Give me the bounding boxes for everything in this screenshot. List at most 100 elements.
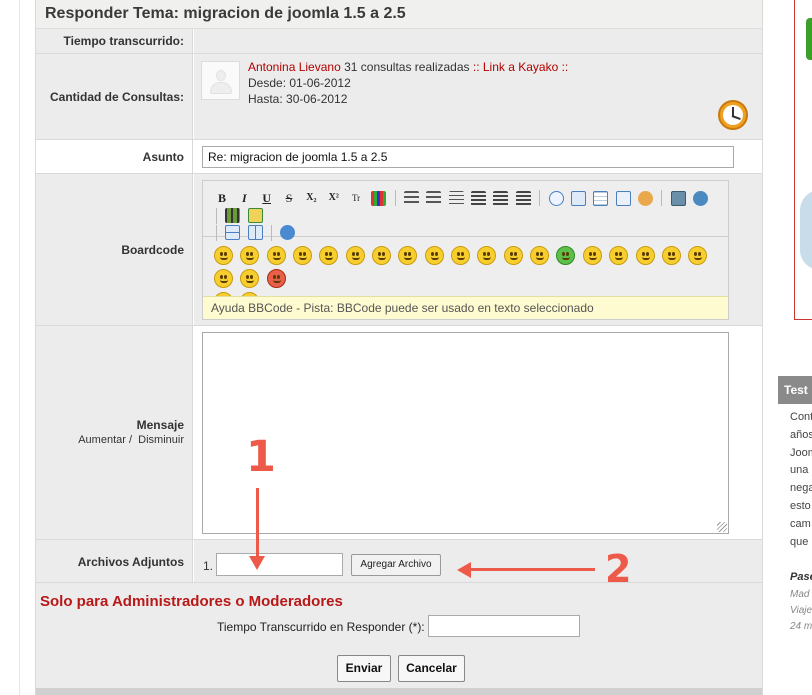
toolbar-separator <box>661 190 663 206</box>
film-icon[interactable] <box>225 208 241 223</box>
strike-button[interactable]: S <box>280 189 298 207</box>
tiempo-responder-input[interactable] <box>428 615 580 637</box>
smiley-icon[interactable] <box>372 246 392 265</box>
resize-grip[interactable] <box>717 522 727 532</box>
smiley-icon[interactable] <box>451 246 471 265</box>
align-left-icon[interactable] <box>471 190 487 206</box>
table-icon[interactable] <box>593 190 609 206</box>
smiley-icon[interactable] <box>293 246 313 265</box>
consultas-label: Cantidad de Consultas: <box>36 54 193 139</box>
bold-button[interactable]: B <box>213 189 231 207</box>
right-sidebar: Test ContañosJoomunanegaestocamque Pase … <box>764 0 812 695</box>
disminuir-link[interactable]: Disminuir <box>138 434 184 446</box>
sidebar-meta: Mad Viaje 24 m <box>790 589 812 632</box>
mensaje-label-cell: Mensaje Aumentar / Disminuir <box>36 326 193 539</box>
asunto-input[interactable]: Re: migracion de joomla 1.5 a 2.5 <box>202 146 734 168</box>
clock-icon[interactable] <box>718 100 748 130</box>
kayako-link[interactable]: :: Link a Kayako :: <box>473 60 568 74</box>
row-adjuntos: Archivos Adjuntos 1. Agregar Archivo <box>36 540 762 583</box>
annotation-arrow-left <box>470 568 595 571</box>
annotation-arrowhead-left <box>457 562 471 578</box>
globe-image <box>800 190 812 270</box>
smiley-icon[interactable] <box>214 246 233 265</box>
align-right-icon[interactable] <box>515 190 531 206</box>
smiley-icon[interactable] <box>240 269 260 288</box>
smiley-icon[interactable] <box>319 246 339 265</box>
attachment-number: 1. <box>203 559 214 573</box>
smiley-icon[interactable] <box>266 246 286 265</box>
attachment-file-input[interactable] <box>216 553 343 576</box>
cancel-button[interactable]: Cancelar <box>398 655 465 682</box>
boardcode-cell: B I U S X₂ X² Tr Ayuda BBCode - Pista: B… <box>194 174 762 325</box>
smiley-icon[interactable] <box>398 246 418 265</box>
italic-button[interactable]: I <box>235 189 253 207</box>
typewriter-button[interactable]: Tr <box>347 189 365 207</box>
image-icon[interactable] <box>670 190 686 206</box>
bbcode-help: Ayuda BBCode - Pista: BBCode puede ser u… <box>203 296 728 319</box>
add-file-button[interactable]: Agregar Archivo <box>351 554 441 576</box>
annotation-arrowhead-down <box>249 556 265 570</box>
list-item-icon[interactable] <box>448 190 464 206</box>
asunto-label: Asunto <box>36 140 193 173</box>
row-consultas: Cantidad de Consultas: Antonina Lievano … <box>36 54 762 140</box>
toolbar-separator <box>216 207 217 224</box>
left-margin <box>0 0 20 695</box>
color-palette-icon[interactable] <box>371 190 387 206</box>
green-button[interactable] <box>806 18 812 60</box>
smiley-icon[interactable] <box>503 246 523 265</box>
row-asunto: Asunto Re: migracion de joomla 1.5 a 2.5 <box>36 140 762 174</box>
asunto-cell: Re: migracion de joomla 1.5 a 2.5 <box>194 140 762 173</box>
mensaje-cell <box>194 326 762 539</box>
reply-form-panel: Responder Tema: migracion de joomla 1.5 … <box>35 0 763 695</box>
sick-smiley-icon[interactable] <box>556 246 576 265</box>
bbcode-toolbar: B I U S X₂ X² Tr <box>203 181 728 241</box>
superscript-button[interactable]: X² <box>325 189 343 207</box>
adjuntos-cell: 1. Agregar Archivo <box>194 540 762 582</box>
smileys-panel <box>203 238 728 311</box>
tiempo-responder-label: Tiempo Transcurrido en Responder (*): <box>217 620 425 634</box>
smiley-icon[interactable] <box>477 246 497 265</box>
smiley-icon[interactable] <box>635 246 655 265</box>
tiempo-value <box>194 29 762 53</box>
underline-button[interactable]: U <box>258 189 276 207</box>
bullet-list-icon[interactable] <box>404 190 420 206</box>
smiley-icon[interactable] <box>582 246 602 265</box>
globe-icon[interactable] <box>692 190 708 206</box>
message-textarea[interactable] <box>202 332 729 534</box>
row-tiempo: Tiempo transcurrido: <box>36 29 762 54</box>
smiley-icon[interactable] <box>240 246 260 265</box>
consultas-value: Antonina Lievano 31 consultas realizadas… <box>194 54 762 139</box>
form-title-bar: Responder Tema: migracion de joomla 1.5 … <box>36 0 762 29</box>
smiley-icon[interactable] <box>661 246 681 265</box>
form-title: Responder Tema: migracion de joomla 1.5 … <box>45 5 406 22</box>
boardcode-label: Boardcode <box>36 174 193 325</box>
smiley-icon[interactable] <box>345 246 365 265</box>
toolbar-separator <box>539 190 541 206</box>
align-center-icon[interactable] <box>493 190 509 206</box>
smiley-icon[interactable] <box>424 246 444 265</box>
quote-icon[interactable] <box>548 190 564 206</box>
send-button[interactable]: Enviar <box>337 655 391 682</box>
user-icon[interactable] <box>637 190 653 206</box>
devil-smiley-icon[interactable] <box>266 269 286 288</box>
code-icon[interactable] <box>570 190 586 206</box>
annotation-one: 1 <box>246 432 276 482</box>
tiempo-label: Tiempo transcurrido: <box>36 29 193 53</box>
smiley-icon[interactable] <box>609 246 629 265</box>
annotation-two: 2 <box>605 547 632 591</box>
subscript-button[interactable]: X₂ <box>302 189 320 207</box>
sidebar-heading: Test <box>778 376 812 404</box>
row-mensaje: Mensaje Aumentar / Disminuir <box>36 326 762 540</box>
avatar <box>201 61 240 100</box>
numbered-list-icon[interactable] <box>426 190 442 206</box>
window-icon[interactable] <box>615 190 631 206</box>
aumentar-link[interactable]: Aumentar / <box>78 434 132 446</box>
user-link[interactable]: Antonina Lievano <box>248 60 341 74</box>
map-icon[interactable] <box>247 208 263 223</box>
consultas-count: 31 consultas realizadas <box>344 60 470 74</box>
smiley-icon[interactable] <box>688 246 708 265</box>
smiley-icon[interactable] <box>530 246 550 265</box>
mensaje-label: Mensaje <box>136 418 184 432</box>
sidebar-text: ContañosJoomunanegaestocamque <box>790 411 812 548</box>
smiley-icon[interactable] <box>214 269 233 288</box>
